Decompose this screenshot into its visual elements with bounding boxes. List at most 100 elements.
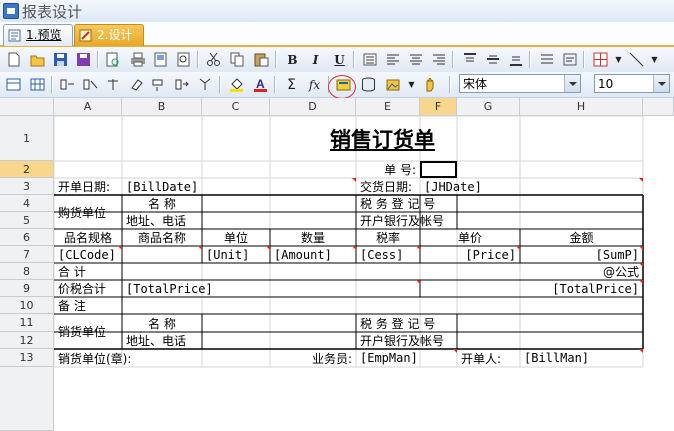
buyer-tax-label[interactable]: 税 务 登 记 号 (356, 195, 457, 212)
chevron-down-icon[interactable] (653, 75, 669, 92)
col-header-spec[interactable]: 品名规格 (54, 229, 122, 246)
total-formula[interactable]: @公式 (457, 263, 643, 280)
total-price-upper[interactable]: [TotalPrice] (122, 280, 420, 297)
table-icon[interactable] (5, 76, 22, 93)
save-icon[interactable] (52, 51, 69, 68)
total-label[interactable]: 合 计 (54, 263, 122, 280)
col-header-tax-rate[interactable]: 税率 (356, 229, 420, 246)
bill-no-label[interactable]: 单 号: (356, 161, 420, 178)
zoom-icon[interactable] (175, 51, 192, 68)
line-spacing-icon[interactable] (538, 51, 555, 68)
hand-icon[interactable] (421, 76, 438, 93)
italic-icon[interactable]: I (307, 51, 324, 68)
border-dropdown-icon[interactable]: ▼ (610, 51, 627, 68)
save-as-icon[interactable] (75, 51, 92, 68)
col-header-unit[interactable]: 单位 (202, 229, 270, 246)
diagonal-line-icon[interactable] (628, 51, 645, 68)
underline-icon[interactable]: U (331, 51, 348, 68)
function-icon[interactable]: fx (306, 76, 323, 93)
diagonal-dropdown-icon[interactable]: ▼ (646, 51, 663, 68)
font-name-value: 宋体 (463, 77, 488, 91)
bill-date-label[interactable]: 开单日期: (54, 178, 122, 195)
cut-icon[interactable] (205, 51, 222, 68)
col-header-qty[interactable]: 数量 (270, 229, 356, 246)
buyer-bank-label[interactable]: 开户银行及帐号 (356, 212, 457, 229)
toolbar-standard: B I U ▼ ▼ (0, 47, 674, 73)
emp-field[interactable]: [EmpMan] (356, 349, 457, 367)
field-amount[interactable]: [Amount] (270, 246, 356, 263)
split-cell-icon[interactable] (105, 76, 122, 93)
sum-icon[interactable]: Σ (283, 76, 300, 93)
paste-icon[interactable] (253, 51, 270, 68)
biller-field[interactable]: [BillMan] (520, 349, 643, 367)
report-sheet: ABCDEFGH 1 2 3 4 5 6 7 8 9 10 11 12 13 销售订货单 单 号: 开单… (0, 98, 674, 431)
field-price[interactable]: [Price] (420, 246, 520, 263)
tab-preview[interactable]: 1.预览 (3, 24, 73, 46)
mode-tabbar: 1.预览 2.设计 (0, 22, 674, 47)
seller-name-label[interactable]: 名 称 (122, 314, 202, 332)
delivery-date-label[interactable]: 交货日期: (356, 178, 420, 195)
font-color-icon[interactable]: A (252, 76, 269, 93)
seller-tax-label[interactable]: 税 务 登 记 号 (356, 314, 457, 332)
tax-total-label[interactable]: 价税合计 (54, 280, 122, 297)
delivery-date-field[interactable]: [JHDate] (420, 178, 643, 195)
open-folder-icon[interactable] (29, 51, 46, 68)
field-goods-name[interactable] (122, 246, 202, 263)
bill-no-cell[interactable] (420, 161, 457, 178)
align-left-icon[interactable] (384, 51, 401, 68)
image-icon[interactable] (385, 76, 402, 93)
remark-label[interactable]: 备 注 (54, 297, 122, 314)
insert-row-icon[interactable] (59, 76, 76, 93)
seller-label[interactable]: 销货单位 (54, 314, 122, 349)
preview-icon (8, 28, 21, 42)
database-icon[interactable] (360, 76, 377, 93)
valign-bottom-icon[interactable] (507, 51, 524, 68)
highlight-annotation (328, 75, 356, 99)
salesman-label[interactable]: 业务员: (270, 349, 356, 367)
new-file-icon[interactable] (5, 51, 22, 68)
buyer-label[interactable]: 购货单位 (54, 195, 122, 229)
delete-row-icon[interactable] (82, 76, 99, 93)
seller-bank-label[interactable]: 开户银行及帐号 (356, 332, 457, 349)
print-icon[interactable] (129, 51, 146, 68)
align-right-icon[interactable] (430, 51, 447, 68)
align-center-icon[interactable] (407, 51, 424, 68)
page-setup-icon[interactable] (152, 51, 169, 68)
grid-icon[interactable] (29, 76, 46, 93)
font-name-combobox[interactable]: 宋体 (459, 74, 581, 93)
col-header-goods[interactable]: 商品名称 (122, 229, 202, 246)
biller-label[interactable]: 开单人: (457, 349, 520, 367)
align-justify-icon[interactable] (361, 51, 378, 68)
fork-icon[interactable] (197, 76, 214, 93)
bold-icon[interactable]: B (284, 51, 301, 68)
seller-seal-label[interactable]: 销货单位(章): (54, 349, 202, 367)
border-icon[interactable] (592, 51, 609, 68)
field-clcode[interactable]: [CLCode] (54, 246, 122, 263)
field-sump[interactable]: [SumP] (520, 246, 643, 263)
wrap-text-icon[interactable] (561, 51, 578, 68)
chevron-down-icon[interactable] (564, 75, 580, 92)
eraser-icon[interactable] (128, 76, 145, 93)
tab-preview-label: 1.预览 (26, 28, 62, 42)
field-unit[interactable]: [Unit] (202, 246, 270, 263)
seller-addr-label[interactable]: 地址、电话 (122, 332, 202, 349)
move-right-icon[interactable] (174, 76, 191, 93)
buyer-name-label[interactable]: 名 称 (122, 195, 202, 212)
tab-design[interactable]: 2.设计 (74, 24, 144, 46)
fill-color-icon[interactable] (228, 76, 245, 93)
field-cess[interactable]: [Cess] (356, 246, 420, 263)
insert-col-icon[interactable] (151, 76, 168, 93)
design-icon (79, 28, 92, 42)
buyer-addr-label[interactable]: 地址、电话 (122, 212, 202, 229)
bill-date-field[interactable]: [BillDate] (122, 178, 356, 195)
total-price-lower[interactable]: [TotalPrice] (420, 280, 643, 297)
col-header-price[interactable]: 单价 (420, 229, 520, 246)
valign-top-icon[interactable] (461, 51, 478, 68)
font-size-combobox[interactable]: 10 (594, 74, 670, 93)
copy-icon[interactable] (229, 51, 246, 68)
valign-middle-icon[interactable] (484, 51, 501, 68)
report-title[interactable]: 销售订货单 (122, 116, 643, 161)
col-header-amount[interactable]: 金额 (520, 229, 643, 246)
print-preview-icon[interactable] (104, 51, 121, 68)
image-dropdown-icon[interactable]: ▼ (403, 76, 420, 93)
